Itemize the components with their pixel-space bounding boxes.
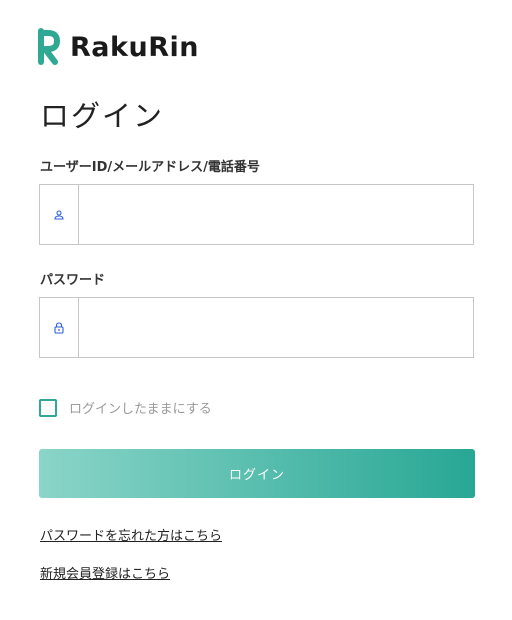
- user-id-input[interactable]: [79, 185, 473, 244]
- remember-me-label: ログインしたままにする: [69, 402, 212, 417]
- password-icon-cell: [40, 298, 79, 357]
- password-label: パスワード: [40, 273, 106, 288]
- remember-me-checkbox[interactable]: [39, 398, 57, 417]
- page-title: ログイン: [40, 99, 165, 133]
- login-button[interactable]: ログイン: [39, 449, 475, 498]
- user-id-icon-cell: [40, 185, 79, 244]
- user-icon: [54, 209, 64, 220]
- remember-me-option[interactable]: ログインしたままにする: [39, 398, 212, 417]
- register-link[interactable]: 新規会員登録はこちら: [40, 563, 170, 582]
- brand-name: RakuRin: [70, 31, 199, 63]
- brand-logo: RakuRin: [38, 27, 199, 67]
- user-id-label: ユーザーID/メールアドレス/電話番号: [40, 160, 260, 175]
- rakurin-logo-icon: [38, 28, 60, 65]
- user-id-field: [39, 184, 474, 245]
- lock-icon: [54, 321, 64, 334]
- forgot-password-link[interactable]: パスワードを忘れた方はこちら: [40, 525, 222, 544]
- password-input[interactable]: [79, 298, 473, 357]
- password-field: [39, 297, 474, 358]
